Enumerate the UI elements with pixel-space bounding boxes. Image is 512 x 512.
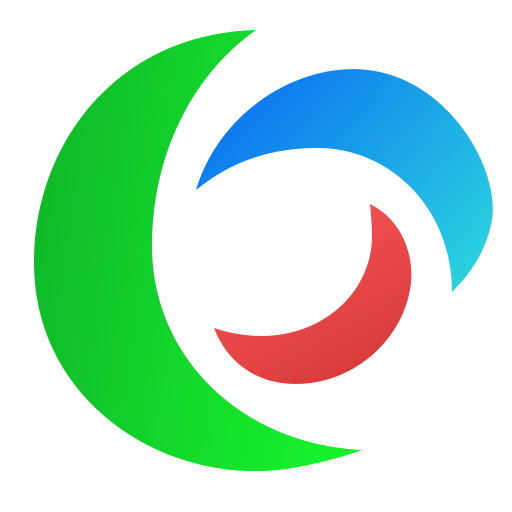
red-crescent: [214, 204, 412, 384]
logo-graphic: [33, 30, 493, 472]
logo: [0, 0, 512, 512]
blue-swoosh: [196, 69, 493, 292]
